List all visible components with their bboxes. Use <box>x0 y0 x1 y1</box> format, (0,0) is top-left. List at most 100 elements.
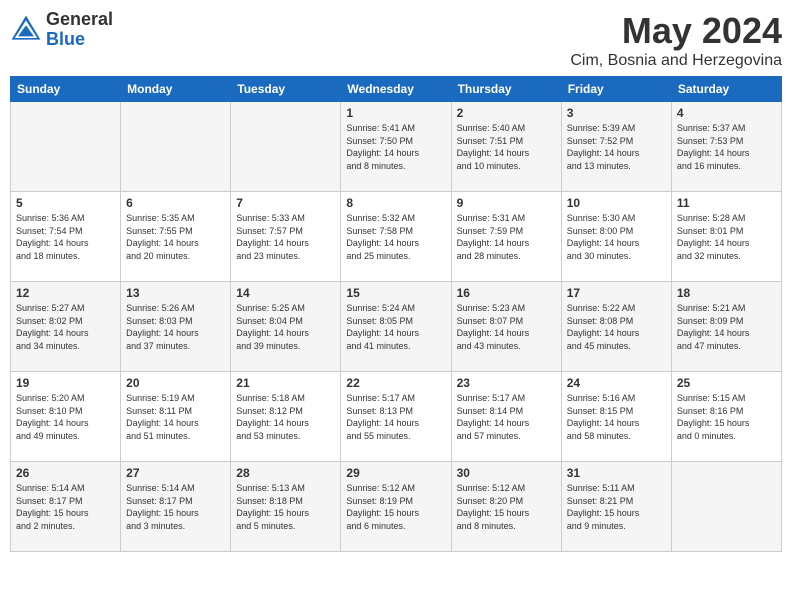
day-number: 15 <box>346 286 445 300</box>
calendar-cell: 13 Sunrise: 5:26 AM Sunset: 8:03 PM Dayli… <box>121 282 231 372</box>
day-number: 18 <box>677 286 776 300</box>
day-number: 16 <box>457 286 556 300</box>
day-info: Sunrise: 5:11 AM Sunset: 8:21 PM Dayligh… <box>567 482 666 532</box>
day-info: Sunrise: 5:20 AM Sunset: 8:10 PM Dayligh… <box>16 392 115 442</box>
calendar-cell: 12Sunrise: 5:27 AM Sunset: 8:02 PM Dayli… <box>11 282 121 372</box>
day-number: 14 <box>236 286 335 300</box>
calendar-cell: 25 Sunrise: 5:15 AM Sunset: 8:16 PM Dayli… <box>671 372 781 462</box>
day-info: Sunrise: 5:23 AM Sunset: 8:07 PM Dayligh… <box>457 302 556 352</box>
day-info: Sunrise: 5:40 AM Sunset: 7:51 PM Dayligh… <box>457 122 556 172</box>
day-number: 11 <box>677 196 776 210</box>
logo-icon <box>10 14 42 46</box>
calendar-cell: 2 Sunrise: 5:40 AM Sunset: 7:51 PM Daylig… <box>451 102 561 192</box>
location: Cim, Bosnia and Herzegovina <box>570 52 782 70</box>
calendar-cell: 24Sunrise: 5:16 AM Sunset: 8:15 PM Dayli… <box>561 372 671 462</box>
day-number: 8 <box>346 196 445 210</box>
day-info: Sunrise: 5:37 AM Sunset: 7:53 PM Dayligh… <box>677 122 776 172</box>
day-info: Sunrise: 5:30 AM Sunset: 8:00 PM Dayligh… <box>567 212 666 262</box>
day-info: Sunrise: 5:26 AM Sunset: 8:03 PM Dayligh… <box>126 302 225 352</box>
day-info: Sunrise: 5:35 AM Sunset: 7:55 PM Dayligh… <box>126 212 225 262</box>
day-number: 25 <box>677 376 776 390</box>
day-info: Sunrise: 5:12 AM Sunset: 8:20 PM Dayligh… <box>457 482 556 532</box>
day-number: 27 <box>126 466 225 480</box>
day-number: 17 <box>567 286 666 300</box>
calendar-cell: 14Sunrise: 5:25 AM Sunset: 8:04 PM Dayli… <box>231 282 341 372</box>
calendar-cell: 5 Sunrise: 5:36 AM Sunset: 7:54 PM Daylig… <box>11 192 121 282</box>
day-info: Sunrise: 5:12 AM Sunset: 8:19 PM Dayligh… <box>346 482 445 532</box>
day-number: 13 <box>126 286 225 300</box>
calendar-cell: 29 Sunrise: 5:12 AM Sunset: 8:19 PM Dayli… <box>341 462 451 552</box>
day-number: 22 <box>346 376 445 390</box>
day-info: Sunrise: 5:27 AM Sunset: 8:02 PM Dayligh… <box>16 302 115 352</box>
day-header-wednesday: Wednesday <box>341 77 451 102</box>
day-header-saturday: Saturday <box>671 77 781 102</box>
day-number: 26 <box>16 466 115 480</box>
day-info: Sunrise: 5:32 AM Sunset: 7:58 PM Dayligh… <box>346 212 445 262</box>
day-info: Sunrise: 5:17 AM Sunset: 8:14 PM Dayligh… <box>457 392 556 442</box>
calendar-cell <box>11 102 121 192</box>
day-info: Sunrise: 5:19 AM Sunset: 8:11 PM Dayligh… <box>126 392 225 442</box>
calendar-cell: 8 Sunrise: 5:32 AM Sunset: 7:58 PM Daylig… <box>341 192 451 282</box>
calendar-table: SundayMondayTuesdayWednesdayThursdayFrid… <box>10 76 782 552</box>
calendar-cell: 27 Sunrise: 5:14 AM Sunset: 8:17 PM Dayli… <box>121 462 231 552</box>
day-info: Sunrise: 5:15 AM Sunset: 8:16 PM Dayligh… <box>677 392 776 442</box>
day-info: Sunrise: 5:31 AM Sunset: 7:59 PM Dayligh… <box>457 212 556 262</box>
calendar-cell: 7Sunrise: 5:33 AM Sunset: 7:57 PM Daylig… <box>231 192 341 282</box>
day-number: 31 <box>567 466 666 480</box>
day-number: 9 <box>457 196 556 210</box>
day-header-tuesday: Tuesday <box>231 77 341 102</box>
calendar-cell: 9 Sunrise: 5:31 AM Sunset: 7:59 PM Daylig… <box>451 192 561 282</box>
day-info: Sunrise: 5:28 AM Sunset: 8:01 PM Dayligh… <box>677 212 776 262</box>
day-info: Sunrise: 5:21 AM Sunset: 8:09 PM Dayligh… <box>677 302 776 352</box>
header-row: SundayMondayTuesdayWednesdayThursdayFrid… <box>11 77 782 102</box>
logo: General Blue <box>10 10 113 50</box>
calendar-cell: 31 Sunrise: 5:11 AM Sunset: 8:21 PM Dayli… <box>561 462 671 552</box>
day-info: Sunrise: 5:14 AM Sunset: 8:17 PM Dayligh… <box>126 482 225 532</box>
day-number: 7 <box>236 196 335 210</box>
day-number: 21 <box>236 376 335 390</box>
logo-text: General Blue <box>46 10 113 50</box>
day-number: 29 <box>346 466 445 480</box>
day-number: 20 <box>126 376 225 390</box>
calendar-cell: 19 Sunrise: 5:20 AM Sunset: 8:10 PM Dayli… <box>11 372 121 462</box>
logo-general: General <box>46 10 113 30</box>
day-info: Sunrise: 5:13 AM Sunset: 8:18 PM Dayligh… <box>236 482 335 532</box>
day-info: Sunrise: 5:39 AM Sunset: 7:52 PM Dayligh… <box>567 122 666 172</box>
calendar-cell: 17Sunrise: 5:22 AM Sunset: 8:08 PM Dayli… <box>561 282 671 372</box>
calendar-cell <box>121 102 231 192</box>
calendar-cell <box>231 102 341 192</box>
day-number: 2 <box>457 106 556 120</box>
day-info: Sunrise: 5:17 AM Sunset: 8:13 PM Dayligh… <box>346 392 445 442</box>
calendar-cell: 16 Sunrise: 5:23 AM Sunset: 8:07 PM Dayli… <box>451 282 561 372</box>
calendar-cell: 21 Sunrise: 5:18 AM Sunset: 8:12 PM Dayli… <box>231 372 341 462</box>
week-row-3: 12Sunrise: 5:27 AM Sunset: 8:02 PM Dayli… <box>11 282 782 372</box>
day-number: 30 <box>457 466 556 480</box>
day-number: 10 <box>567 196 666 210</box>
day-number: 28 <box>236 466 335 480</box>
week-row-4: 19 Sunrise: 5:20 AM Sunset: 8:10 PM Dayli… <box>11 372 782 462</box>
day-header-friday: Friday <box>561 77 671 102</box>
day-number: 1 <box>346 106 445 120</box>
day-info: Sunrise: 5:18 AM Sunset: 8:12 PM Dayligh… <box>236 392 335 442</box>
day-number: 3 <box>567 106 666 120</box>
calendar-cell: 26Sunrise: 5:14 AM Sunset: 8:17 PM Dayli… <box>11 462 121 552</box>
day-header-monday: Monday <box>121 77 231 102</box>
day-info: Sunrise: 5:36 AM Sunset: 7:54 PM Dayligh… <box>16 212 115 262</box>
day-number: 5 <box>16 196 115 210</box>
calendar-cell: 28 Sunrise: 5:13 AM Sunset: 8:18 PM Dayli… <box>231 462 341 552</box>
day-info: Sunrise: 5:41 AM Sunset: 7:50 PM Dayligh… <box>346 122 445 172</box>
day-number: 4 <box>677 106 776 120</box>
title-block: May 2024 Cim, Bosnia and Herzegovina <box>570 10 782 70</box>
day-number: 23 <box>457 376 556 390</box>
month-title: May 2024 <box>570 10 782 52</box>
calendar-cell: 20 Sunrise: 5:19 AM Sunset: 8:11 PM Dayli… <box>121 372 231 462</box>
calendar-cell: 11 Sunrise: 5:28 AM Sunset: 8:01 PM Dayli… <box>671 192 781 282</box>
day-header-thursday: Thursday <box>451 77 561 102</box>
calendar-cell: 4 Sunrise: 5:37 AM Sunset: 7:53 PM Daylig… <box>671 102 781 192</box>
day-number: 6 <box>126 196 225 210</box>
page-header: General Blue May 2024 Cim, Bosnia and He… <box>10 10 782 70</box>
calendar-cell: 15Sunrise: 5:24 AM Sunset: 8:05 PM Dayli… <box>341 282 451 372</box>
calendar-cell: 10 Sunrise: 5:30 AM Sunset: 8:00 PM Dayli… <box>561 192 671 282</box>
calendar-cell: 30 Sunrise: 5:12 AM Sunset: 8:20 PM Dayli… <box>451 462 561 552</box>
day-number: 19 <box>16 376 115 390</box>
